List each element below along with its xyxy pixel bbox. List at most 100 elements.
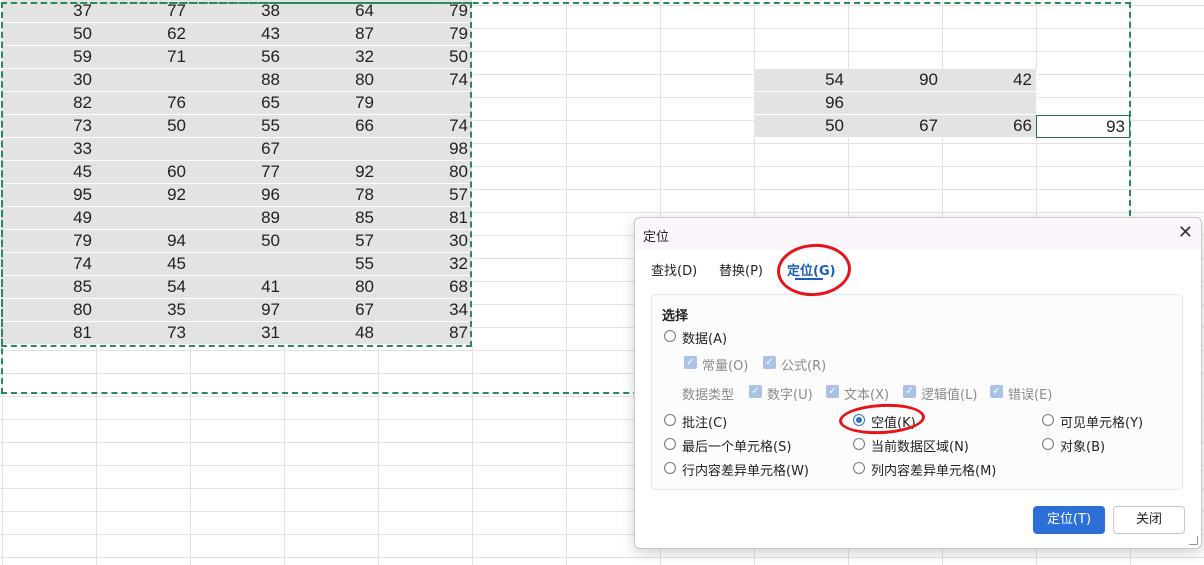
- cell[interactable]: 80: [284, 68, 379, 92]
- cell[interactable]: 62: [96, 22, 191, 46]
- checkbox-text[interactable]: ✓: [826, 385, 839, 398]
- cell[interactable]: 56: [190, 45, 285, 69]
- cell[interactable]: [942, 91, 1037, 115]
- cell[interactable]: 41: [190, 275, 285, 299]
- cell[interactable]: 92: [96, 183, 191, 207]
- close-button[interactable]: 关闭: [1113, 506, 1185, 534]
- radio-visible-cells[interactable]: [1042, 414, 1054, 426]
- checkbox-number[interactable]: ✓: [749, 385, 762, 398]
- cell[interactable]: 80: [378, 160, 473, 184]
- cell[interactable]: 96: [190, 183, 285, 207]
- cell[interactable]: 87: [378, 321, 473, 345]
- radio-col-diff[interactable]: [853, 462, 865, 474]
- cell[interactable]: 50: [2, 22, 97, 46]
- cell[interactable]: 59: [2, 45, 97, 69]
- cell[interactable]: 88: [190, 68, 285, 92]
- cell[interactable]: 77: [190, 160, 285, 184]
- cell[interactable]: 45: [2, 160, 97, 184]
- cell[interactable]: 57: [284, 229, 379, 253]
- cell[interactable]: 90: [848, 68, 943, 92]
- cell[interactable]: 43: [190, 22, 285, 46]
- cell[interactable]: 32: [284, 45, 379, 69]
- cell[interactable]: 85: [2, 275, 97, 299]
- cell[interactable]: 92: [284, 160, 379, 184]
- cell[interactable]: 96: [754, 91, 849, 115]
- radio-comment[interactable]: [664, 414, 676, 426]
- radio-last-cell[interactable]: [664, 438, 676, 450]
- locate-button[interactable]: 定位(T): [1033, 506, 1105, 534]
- cell[interactable]: 50: [754, 114, 849, 138]
- cell[interactable]: 80: [284, 275, 379, 299]
- cell[interactable]: 73: [96, 321, 191, 345]
- cell[interactable]: 95: [2, 183, 97, 207]
- cell[interactable]: 30: [2, 68, 97, 92]
- cell[interactable]: 48: [284, 321, 379, 345]
- cell[interactable]: 55: [190, 114, 285, 138]
- cell[interactable]: 76: [96, 91, 191, 115]
- cell[interactable]: [96, 137, 191, 161]
- radio-row-diff[interactable]: [664, 462, 676, 474]
- cell[interactable]: 78: [284, 183, 379, 207]
- cell[interactable]: [378, 91, 473, 115]
- close-icon[interactable]: ✕: [1178, 223, 1193, 243]
- cell[interactable]: 50: [378, 45, 473, 69]
- cell[interactable]: 81: [378, 206, 473, 230]
- cell[interactable]: 65: [190, 91, 285, 115]
- cell[interactable]: 79: [378, 22, 473, 46]
- cell[interactable]: 94: [96, 229, 191, 253]
- cell[interactable]: 74: [2, 252, 97, 276]
- tab-find[interactable]: 查找(D): [651, 260, 697, 279]
- cell[interactable]: 66: [942, 114, 1037, 138]
- cell[interactable]: 79: [378, 0, 473, 23]
- radio-object[interactable]: [1042, 438, 1054, 450]
- cell[interactable]: 35: [96, 298, 191, 322]
- cell[interactable]: [284, 137, 379, 161]
- radio-current-region[interactable]: [853, 438, 865, 450]
- cell[interactable]: 81: [2, 321, 97, 345]
- cell[interactable]: 68: [378, 275, 473, 299]
- cell[interactable]: 60: [96, 160, 191, 184]
- cell[interactable]: 38: [190, 0, 285, 23]
- cell[interactable]: 77: [96, 0, 191, 23]
- cell[interactable]: [96, 206, 191, 230]
- cell[interactable]: 73: [2, 114, 97, 138]
- resize-grip-icon[interactable]: [1189, 536, 1198, 545]
- cell[interactable]: 64: [284, 0, 379, 23]
- active-cell[interactable]: 93: [1036, 114, 1130, 138]
- radio-data[interactable]: [664, 330, 676, 342]
- cell[interactable]: 32: [378, 252, 473, 276]
- checkbox-formula[interactable]: ✓: [763, 356, 776, 369]
- cell[interactable]: [848, 91, 943, 115]
- cell[interactable]: 97: [190, 298, 285, 322]
- cell[interactable]: 54: [96, 275, 191, 299]
- cell[interactable]: 42: [942, 68, 1037, 92]
- cell[interactable]: 87: [284, 22, 379, 46]
- cell[interactable]: 50: [190, 229, 285, 253]
- cell[interactable]: 98: [378, 137, 473, 161]
- cell[interactable]: 85: [284, 206, 379, 230]
- cell[interactable]: 74: [378, 68, 473, 92]
- cell[interactable]: 74: [378, 114, 473, 138]
- checkbox-error[interactable]: ✓: [990, 385, 1003, 398]
- cell[interactable]: 54: [754, 68, 849, 92]
- cell[interactable]: 67: [848, 114, 943, 138]
- cell[interactable]: 55: [284, 252, 379, 276]
- cell[interactable]: 50: [96, 114, 191, 138]
- cell[interactable]: 80: [2, 298, 97, 322]
- checkbox-constant[interactable]: ✓: [684, 356, 697, 369]
- cell[interactable]: 33: [2, 137, 97, 161]
- radio-blank[interactable]: [853, 414, 865, 426]
- checkbox-logical[interactable]: ✓: [903, 385, 916, 398]
- tab-replace[interactable]: 替换(P): [719, 260, 763, 279]
- cell[interactable]: 45: [96, 252, 191, 276]
- cell[interactable]: 66: [284, 114, 379, 138]
- cell[interactable]: [190, 252, 285, 276]
- cell[interactable]: 49: [2, 206, 97, 230]
- cell[interactable]: [96, 68, 191, 92]
- cell[interactable]: 71: [96, 45, 191, 69]
- cell[interactable]: 30: [378, 229, 473, 253]
- cell[interactable]: 82: [2, 91, 97, 115]
- tab-goto[interactable]: 定位(G): [787, 260, 836, 279]
- cell[interactable]: 31: [190, 321, 285, 345]
- cell[interactable]: 67: [190, 137, 285, 161]
